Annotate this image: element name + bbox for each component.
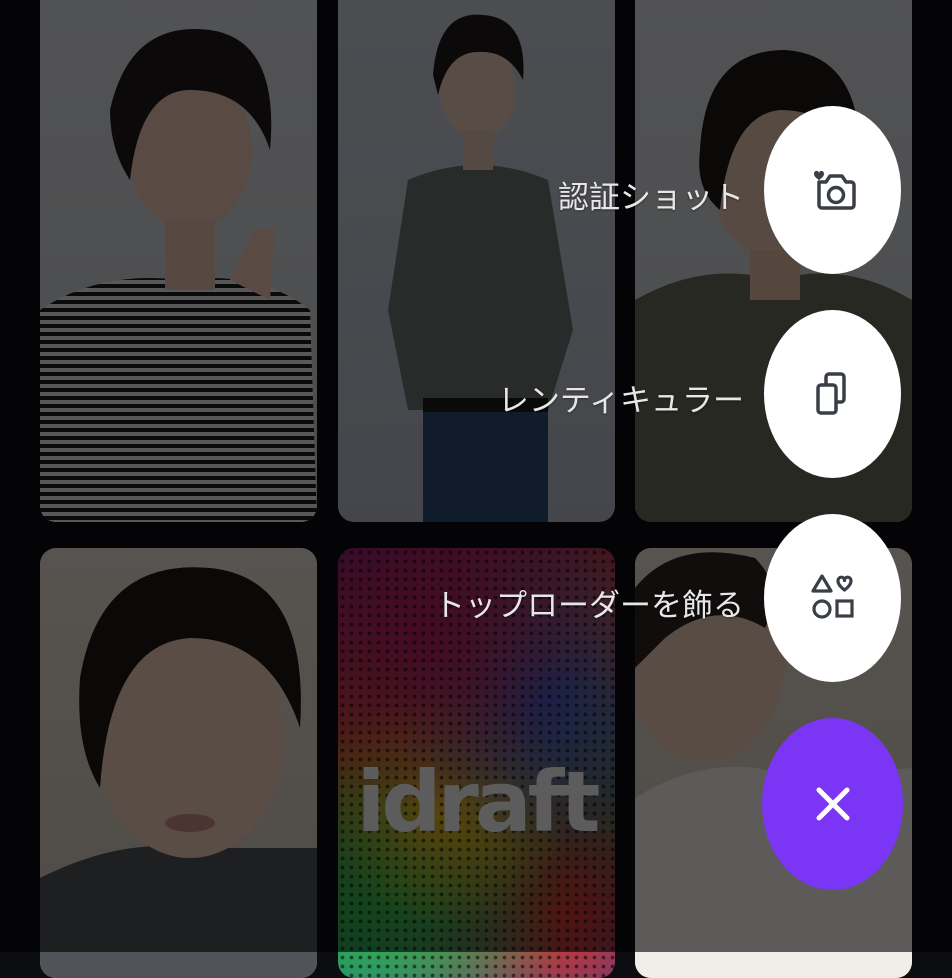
decorate-toploader-button[interactable] xyxy=(764,514,901,682)
camera-heart-icon xyxy=(813,170,856,210)
lenticular-cards-icon xyxy=(815,372,846,415)
lenticular-button[interactable] xyxy=(764,310,901,478)
fab-label-verification-shot[interactable]: 認証ショット xyxy=(558,172,744,217)
fab-label-decorate-toploader[interactable]: トップローダーを飾る xyxy=(434,580,744,625)
shapes-icon xyxy=(810,574,854,619)
close-menu-button[interactable] xyxy=(762,718,903,890)
verification-shot-button[interactable] xyxy=(764,106,901,274)
close-icon xyxy=(816,787,849,821)
fab-label-lenticular[interactable]: レンティキュラー xyxy=(498,375,744,420)
